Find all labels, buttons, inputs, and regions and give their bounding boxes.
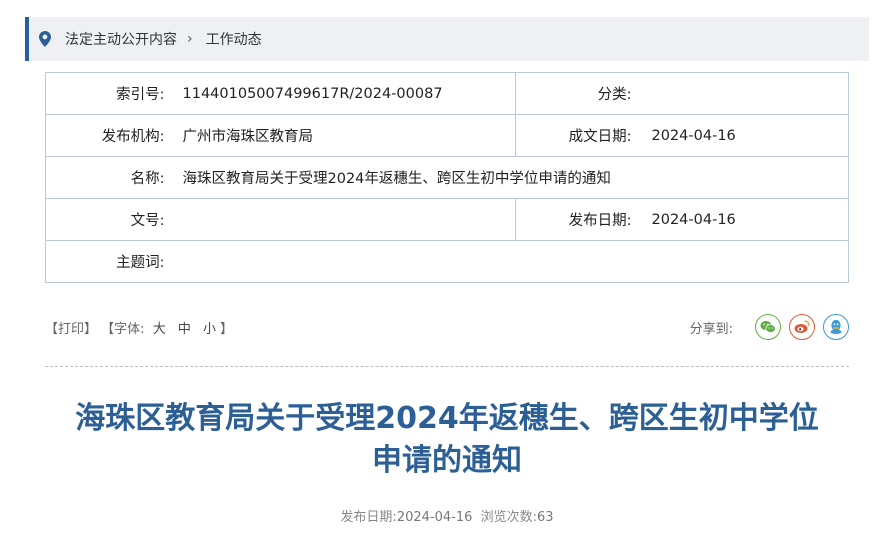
article-title-line-2: 申请的通知 — [372, 443, 522, 478]
table-row: 名称: 海珠区教育局关于受理2024年返穗生、跨区生初中学位申请的通知 — [45, 156, 849, 199]
share-label: 分享到: — [689, 321, 733, 337]
table-row: 发布机构: 广州市海珠区教育局 成文日期: 2024-04-16 — [45, 114, 849, 157]
category-label: 分类: — [515, 72, 638, 115]
tools-group: 【打印】 【字体: 大 中 小】 — [45, 318, 233, 337]
name-label: 名称: — [45, 156, 173, 199]
article-toolbar: 【打印】 【字体: 大 中 小】 分享到: — [45, 312, 849, 342]
document-info-table: 索引号: 11440105007499617R/2024-00087 分类: 发… — [45, 72, 849, 283]
font-size-suffix: 】 — [220, 321, 234, 337]
publish-date-value: 2024-04-16 — [637, 198, 849, 241]
weibo-share-icon[interactable] — [789, 314, 815, 340]
doc-number-label: 文号: — [45, 198, 173, 241]
article-publish-info: 发布日期:2024-04-16 浏览次数:63 — [45, 506, 849, 525]
qq-share-icon[interactable] — [823, 314, 849, 340]
publish-date-label: 发布日期: — [340, 510, 397, 525]
index-value: 11440105007499617R/2024-00087 — [172, 72, 516, 115]
publish-date-label: 发布日期: — [515, 198, 638, 241]
publish-date-value: 2024-04-16 — [396, 510, 473, 525]
location-pin-icon — [39, 30, 53, 48]
table-row: 索引号: 11440105007499617R/2024-00087 分类: — [45, 72, 849, 115]
font-small-button[interactable]: 小 — [203, 322, 216, 337]
subject-value — [172, 240, 849, 283]
view-count-label: 浏览次数: — [480, 510, 538, 525]
publisher-value: 广州市海珠区教育局 — [172, 114, 516, 157]
breadcrumb: 法定主动公开内容 › 工作动态 — [25, 17, 869, 61]
created-date-value: 2024-04-16 — [637, 114, 849, 157]
chevron-right-icon: › — [187, 31, 193, 47]
share-group: 分享到: — [690, 314, 849, 340]
category-value — [637, 72, 849, 115]
font-medium-button[interactable]: 中 — [178, 322, 191, 337]
font-large-button[interactable]: 大 — [153, 322, 166, 337]
print-button[interactable]: 【打印】 — [45, 322, 97, 337]
created-date-label: 成文日期: — [515, 114, 638, 157]
divider — [45, 366, 849, 367]
table-row: 主题词: — [45, 240, 849, 283]
view-count-value: 63 — [537, 510, 554, 525]
name-value: 海珠区教育局关于受理2024年返穗生、跨区生初中学位申请的通知 — [172, 156, 849, 199]
doc-number-value — [172, 198, 516, 241]
breadcrumb-item-public-content[interactable]: 法定主动公开内容 — [65, 29, 177, 49]
index-label: 索引号: — [45, 72, 173, 115]
breadcrumb-item-work-news[interactable]: 工作动态 — [206, 29, 262, 49]
table-row: 文号: 发布日期: 2024-04-16 — [45, 198, 849, 241]
subject-label: 主题词: — [45, 240, 173, 283]
wechat-share-icon[interactable] — [755, 314, 781, 340]
article-title: 海珠区教育局关于受理2024年返穗生、跨区生初中学位 申请的通知 — [45, 398, 849, 482]
font-size-prefix: 【字体: — [101, 321, 145, 337]
publisher-label: 发布机构: — [45, 114, 173, 157]
article-title-line-1: 海珠区教育局关于受理2024年返穗生、跨区生初中学位 — [75, 401, 819, 436]
